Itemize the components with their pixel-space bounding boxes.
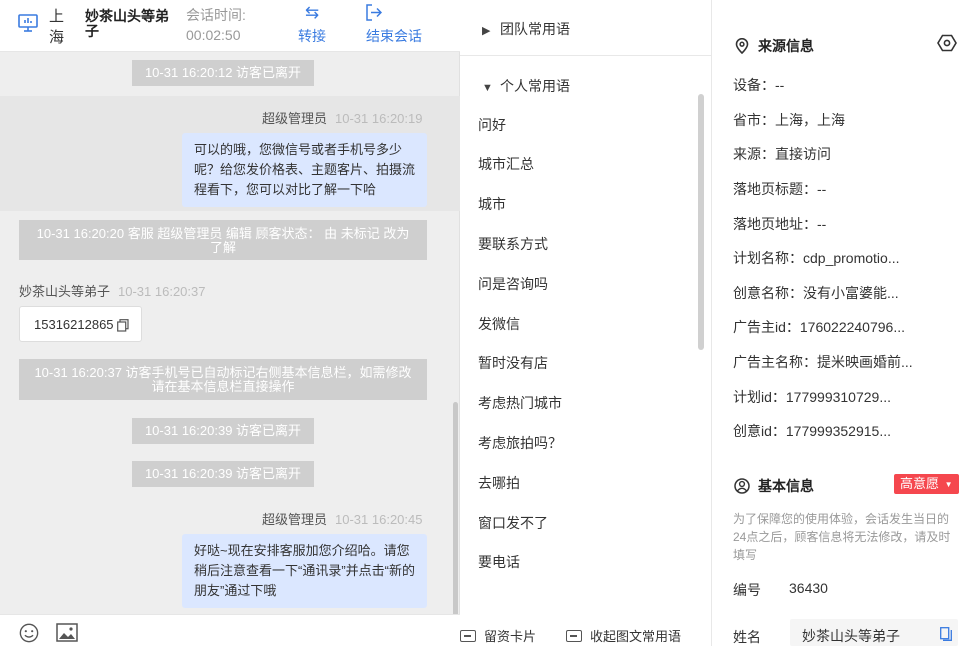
location-pin-icon [735,38,749,54]
phrase-item[interactable]: 考虑旅拍吗？ [478,433,562,453]
customer-info-panel: 来源信息 设备：-- 省市：上海，上海 来源：直接访问 落地页标题：-- 落地页… [712,0,968,646]
quick-replies-panel: ▶ 团队常用语 ▼ 个人常用语 问好 城市汇总 城市 要联系方式 问是咨询吗 发微信… [460,0,712,646]
chat-header: 上海 妙茶山头等弟子 会话时间: 00:02:50 ⇆ 转接 结束会话 [0,0,460,52]
message-time: 10-31 16:20:45 [335,512,423,527]
phrase-item[interactable]: 暂时没有店 [478,353,548,373]
customer-name-value: 妙茶山头等弟子 [802,628,900,644]
chat-panel: 上海 妙茶山头等弟子 会话时间: 00:02:50 ⇆ 转接 结束会话 10-3… [0,0,460,646]
transfer-label: 转接 [298,28,326,44]
collapse-phrases-label: 收起图文常用语 [590,629,682,644]
province-city-field: 省市：上海，上海 [733,112,845,128]
caret-down-icon: ▼ [482,82,493,94]
source-info-title: 来源信息 [758,38,814,54]
card-icon [460,630,476,642]
caret-down-icon: ▼ [944,480,953,489]
system-message: 10-31 16:20:20 客服 超级管理员 编辑 顾客状态： 由 未标记 改… [19,220,427,260]
intent-level-select[interactable]: 高意愿 ▼ [894,474,959,494]
sender-name: 超级管理员 [262,512,328,527]
system-message: 10-31 16:20:39 访客已离开 [132,418,314,444]
phrase-item[interactable]: 城市 [478,194,506,214]
team-phrases-label: 团队常用语 [500,21,570,37]
system-message: 10-31 16:20:37 访客手机号已自动标记右侧基本信息栏，如需修改请在基… [19,359,427,400]
session-time-value: 00:02:50 [186,27,241,43]
customer-id-label: 编号 [733,582,761,598]
plan-id-field: 计划id：177999310729... [733,389,891,405]
phrase-item[interactable]: 窗口发不了 [478,513,548,533]
message-sender: 超级管理员 10-31 16:20:45 [262,509,422,528]
device-field: 设备：-- [733,77,785,93]
edit-deadline-note: 为了保障您的使用体验，会话发生当日的24点之后，顾客信息将无法修改，请及时填写 [733,512,951,562]
message-sender: 超级管理员 10-31 16:20:19 [262,108,422,127]
image-icon[interactable] [56,623,78,643]
phrase-item[interactable]: 要电话 [478,552,520,572]
settings-icon[interactable] [937,34,957,52]
creative-name-field: 创意名称：没有小富婆能... [733,285,899,301]
phrase-item[interactable]: 发微信 [478,314,520,334]
message-time: 10-31 16:20:37 [118,284,206,299]
source-info-heading: 来源信息 [734,36,814,56]
system-message: 10-31 16:20:12 访客已离开 [132,60,314,86]
personal-phrases-group[interactable]: ▼ 个人常用语 [482,76,570,96]
agent-message-bubble: 可以的哦，您微信号或者手机号多少呢？给您发价格表、主题客片、拍摄流程看下，您可以… [182,133,427,207]
visitor-message-bubble[interactable]: 15316212865 [19,306,142,342]
message-sender: 妙茶山头等弟子 10-31 16:20:37 [19,281,205,300]
transfer-icon: ⇆ [304,3,320,22]
collapse-phrases-button[interactable]: 收起图文常用语 [566,626,681,645]
phrase-item[interactable]: 去哪拍 [478,473,520,493]
divider [460,55,712,56]
phrase-item[interactable]: 考虑热门城市 [478,393,562,413]
landing-title-field: 落地页标题：-- [733,181,827,197]
plan-name-field: 计划名称：cdp_promotio... [733,250,900,266]
creative-id-field: 创意id：177999352915... [733,423,891,439]
basic-info-heading: 基本信息 [734,476,814,496]
landing-url-field: 落地页地址：-- [733,216,827,232]
caret-right-icon: ▶ [482,25,491,37]
transfer-button[interactable]: ⇆ 转接 [298,4,326,46]
phrase-item[interactable]: 要联系方式 [478,234,548,254]
customer-name-label: 姓名 [733,629,761,645]
customer-name-input[interactable]: 妙茶山头等弟子 [790,619,958,646]
customer-id-value: 36430 [789,580,828,596]
monitor-icon [18,14,38,32]
message-time: 10-31 16:20:19 [335,111,423,126]
phrase-item[interactable]: 城市汇总 [478,154,534,174]
phrases-scrollbar[interactable] [698,94,704,350]
visitor-city: 上海 [49,8,65,46]
sender-name: 妙茶山头等弟子 [19,284,111,299]
sender-name: 超级管理员 [262,111,328,126]
phrase-item[interactable]: 问好 [478,115,506,135]
quick-replies-footer: 留资卡片 收起图文常用语 [460,614,712,646]
chat-toolbar [0,614,460,646]
phrase-item[interactable]: 问是咨询吗 [478,274,548,294]
emoji-icon[interactable] [18,623,40,643]
copy-icon[interactable] [117,319,129,332]
team-phrases-group[interactable]: ▶ 团队常用语 [482,19,570,39]
visitor-name: 妙茶山头等弟子 [85,8,169,39]
source-field: 来源：直接访问 [733,146,831,162]
visitor-message-text: 15316212865 [34,317,114,332]
logout-icon [366,4,422,24]
message-list[interactable]: 10-31 16:20:12 访客已离开 超级管理员 10-31 16:20:19… [0,52,460,614]
personal-phrases-label: 个人常用语 [500,78,570,94]
session-time-label: 会话时间: [186,7,246,23]
message-icon [566,630,582,642]
basic-info-title: 基本信息 [758,478,814,494]
agent-message-bubble: 好哒~现在安排客服加您介绍哈。请您稍后注意查看一下“通讯录”并点击“新的朋友”通… [182,534,427,608]
advertiser-name-field: 广告主名称：提米映画婚前... [733,354,913,370]
intent-level-value: 高意愿 [900,476,940,491]
user-circle-icon [734,478,750,494]
lead-card-label: 留资卡片 [484,629,537,644]
advertiser-id-field: 广告主id：176022240796... [733,319,905,335]
copy-icon[interactable] [940,627,952,641]
lead-card-button[interactable]: 留资卡片 [460,626,536,645]
system-message: 10-31 16:20:39 访客已离开 [132,461,314,487]
end-session-button[interactable]: 结束会话 [366,4,422,46]
chat-scrollbar[interactable] [453,402,458,614]
end-session-label: 结束会话 [366,28,422,44]
